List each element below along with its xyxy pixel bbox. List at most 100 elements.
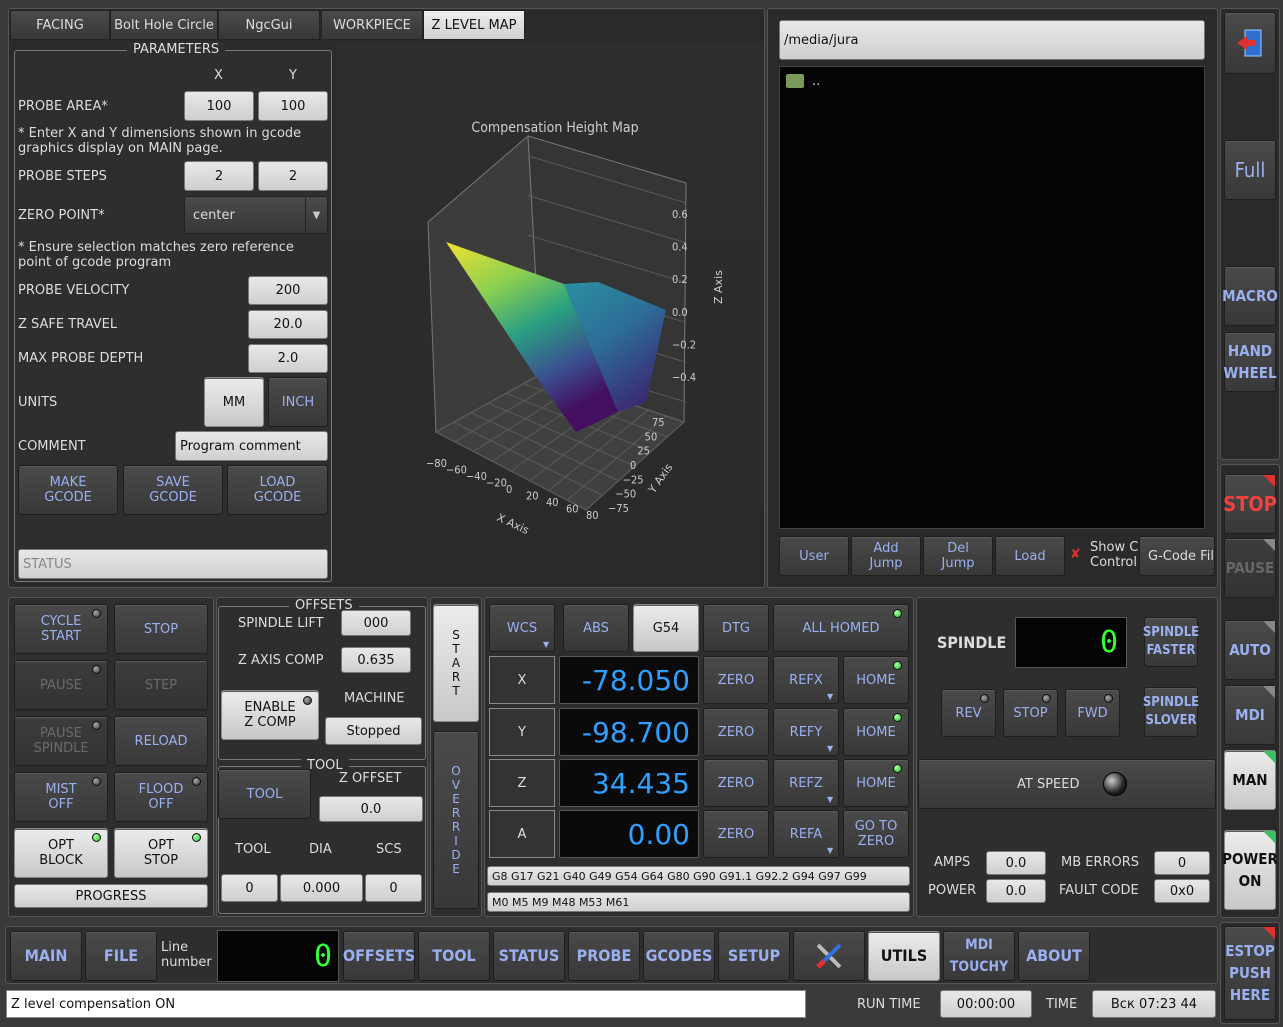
probe-steps-x-input[interactable]: 2 [184,161,254,191]
axis-a-label[interactable]: A [489,810,555,858]
nav-setup-button[interactable]: SETUP [718,931,790,981]
status-message: Z level compensation ON [6,990,806,1018]
mist-led [92,777,101,786]
exit-icon [1237,29,1262,57]
nav-tool-button[interactable]: TOOL [418,931,490,981]
auto-button[interactable]: AUTO [1224,620,1276,680]
units-inch-button[interactable]: INCH [268,377,328,427]
g54-button[interactable]: G54 [633,604,699,652]
axis-z-label[interactable]: Z [489,759,555,807]
refz-chevron-icon: ▼ [827,795,834,804]
refy-chevron-icon: ▼ [827,744,834,753]
reload-button[interactable]: RELOAD [114,716,208,766]
estop-button[interactable]: ESTOP PUSH HERE [1224,926,1276,1020]
override-button[interactable]: O V E R R I D E [433,731,479,909]
stop-button[interactable]: STOP [1223,474,1277,534]
probe-steps-y-input[interactable]: 2 [258,161,328,191]
machine-label: MACHINE [344,691,405,706]
zero-x-button[interactable]: ZERO [703,656,769,704]
progress-bar: PROGRESS [14,884,208,908]
opt-stop-led [192,833,201,842]
amps-value: 0.0 [986,851,1046,875]
probe-area-x-input[interactable]: 100 [184,91,254,121]
axis-x-label[interactable]: X [489,656,555,704]
start-button[interactable]: S T A R T [433,604,479,722]
exit-button[interactable] [1224,12,1276,74]
y-tick-label: 50 [645,430,658,443]
all-homed-button[interactable]: ALL HOMED [773,604,909,652]
nav-status-button[interactable]: STATUS [493,931,565,981]
nav-utils-button[interactable]: UTILS [868,931,940,981]
comment-input[interactable]: Program comment [175,431,328,461]
load-button[interactable]: Load [995,536,1065,576]
probe-velocity-input[interactable]: 200 [248,276,328,305]
nav-offsets-button[interactable]: OFFSETS [343,931,415,981]
z-offset-input[interactable]: 0.0 [319,796,423,822]
probe-area-y-input[interactable]: 100 [258,91,328,121]
save-gcode-button[interactable]: SAVE GCODE [123,465,223,515]
mdi-button[interactable]: MDI [1224,685,1276,745]
nav-tools-button[interactable] [793,931,865,981]
man-button[interactable]: MAN [1224,750,1276,810]
tab-workpiece[interactable]: WORKPIECE [321,10,423,40]
max-probe-depth-input[interactable]: 2.0 [248,344,328,373]
spindle-faster-button[interactable]: SPINDLE FASTER [1143,617,1199,667]
y-header: Y [289,68,297,83]
nav-probe-button[interactable]: PROBE [568,931,640,981]
user-button[interactable]: User [779,536,849,576]
wcs-chevron-icon: ▼ [543,640,550,649]
chevron-down-icon[interactable]: ▼ [305,196,327,234]
tab-bolt-hole-circle[interactable]: Bolt Hole Circle [110,10,218,40]
zero-y-button[interactable]: ZERO [703,708,769,756]
z-axis-comp-input[interactable]: 0.635 [341,647,411,673]
load-gcode-button[interactable]: LOAD GCODE [227,465,328,515]
add-jump-button[interactable]: Add Jump [851,536,921,576]
nav-mdi-touchy-button[interactable]: MDI TOUCHY [943,931,1015,981]
zero-z-button[interactable]: ZERO [703,759,769,807]
opt-block-led [92,833,101,842]
make-gcode-button[interactable]: MAKE GCODE [18,465,118,515]
x-position-readout: -78.050 [559,656,699,704]
y-tick-label: 75 [652,416,665,429]
nav-main-button[interactable]: MAIN [10,931,82,981]
dtg-button[interactable]: DTG [703,604,769,652]
pause-button[interactable]: PAUSE [1224,538,1276,598]
tab-facing[interactable]: FACING [10,10,110,40]
nav-file-button[interactable]: FILE [85,931,157,981]
active-mcodes: M0 M5 M9 M48 M53 M61 [487,892,910,912]
tab-ngcgui[interactable]: NgcGui [218,10,320,40]
power-on-button[interactable]: POWER ON [1222,830,1278,910]
nav-gcodes-button[interactable]: GCODES [643,931,715,981]
zero-a-button[interactable]: ZERO [703,810,769,858]
spindle-lift-input[interactable]: 000 [341,610,411,636]
spindle-slower-button[interactable]: SPINDLE SLOVER [1143,687,1199,737]
full-button[interactable]: Full [1224,140,1276,200]
nav-about-button[interactable]: ABOUT [1018,931,1090,981]
abs-button[interactable]: ABS [563,604,629,652]
line-number-display: 0 [217,930,339,982]
units-mm-button[interactable]: MM [204,377,264,427]
zero-point-note-1: * Ensure selection matches zero referenc… [18,240,294,255]
z-tick-label: 0.2 [672,273,688,286]
z-safe-travel-input[interactable]: 20.0 [248,310,328,339]
probe-steps-label: PROBE STEPS [18,169,107,184]
del-jump-button[interactable]: Del Jump [923,536,993,576]
line-number-value: 0 [313,938,332,974]
cycle-stop-button[interactable]: STOP [114,604,208,654]
axis-y-label[interactable]: Y [489,708,555,756]
path-field[interactable]: /media/jura [779,20,1205,60]
tool-button[interactable]: TOOL [218,769,311,819]
gcode-file-button[interactable]: G-Code Fil [1139,536,1215,576]
probe-velocity-label: PROBE VELOCITY [18,283,130,298]
spindle-stop-led [1042,694,1051,703]
macro-button[interactable]: MACRO [1222,266,1278,326]
run-time-label: RUN TIME [857,997,921,1012]
checkbox-x-icon[interactable]: ✘ [1070,547,1081,562]
file-list[interactable] [779,66,1205,529]
parent-dir-item[interactable]: .. [812,74,820,89]
screwdriver-wrench-icon [816,943,842,969]
tab-z-level-map[interactable]: Z LEVEL MAP [423,10,525,40]
handwheel-button[interactable]: HAND WHEEL [1223,332,1277,392]
go-to-zero-button[interactable]: GO TO ZERO [843,810,909,858]
step-button[interactable]: STEP [114,660,208,710]
